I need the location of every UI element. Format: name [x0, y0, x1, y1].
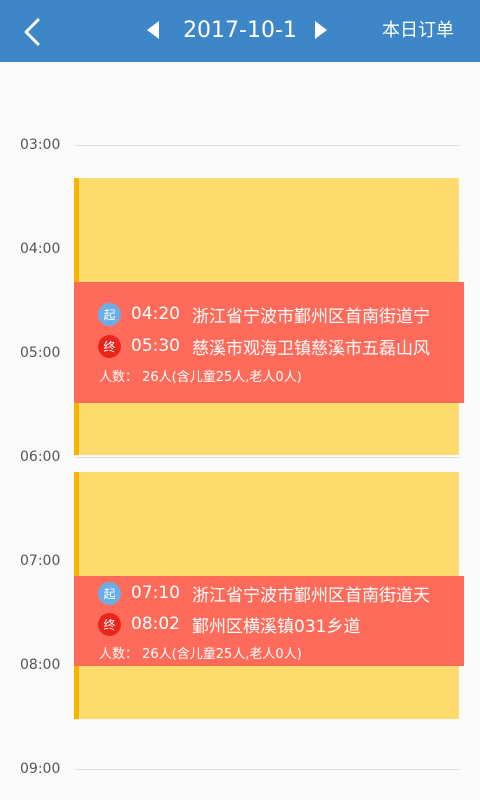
top-bar: 2017-10-1 本日订单: [0, 0, 480, 62]
passenger-count: 人数： 26人(含儿童25人,老人0人): [99, 647, 302, 662]
time-label: 08:00: [20, 657, 61, 673]
trip-detail[interactable]: 起 04:20 浙江省宁波市鄞州区首南街道宁 终 05:30 慈溪市观海卫镇慈溪…: [74, 282, 464, 403]
start-badge: 起: [98, 581, 121, 605]
end-stop: 终 05:30 慈溪市观海卫镇慈溪市五磊山风: [98, 334, 442, 359]
end-badge: 终: [98, 334, 121, 358]
time-row: 03:00: [0, 135, 480, 155]
time-label: 07:00: [20, 553, 61, 569]
triangle-right-icon: [315, 21, 327, 39]
time-row: 09:00: [0, 759, 480, 779]
next-day-button[interactable]: [314, 20, 334, 42]
previous-day-button[interactable]: [146, 20, 166, 42]
time-label: 06:00: [20, 449, 61, 465]
start-stop: 起 04:20 浙江省宁波市鄞州区首南街道宁: [98, 302, 442, 327]
hour-divider: [75, 769, 460, 770]
hour-divider: [75, 145, 460, 146]
start-place: 浙江省宁波市鄞州区首南街道天: [192, 585, 430, 606]
timeline-view[interactable]: 03:00 04:00 05:00 06:00 07:00 08:00 09:0…: [0, 62, 480, 800]
current-date[interactable]: 2017-10-1: [180, 0, 300, 62]
time-label: 03:00: [20, 137, 61, 153]
hour-divider: [75, 457, 460, 458]
date-navigator: 2017-10-1: [140, 0, 340, 62]
trip-block-2[interactable]: 起 07:10 浙江省宁波市鄞州区首南街道天 终 08:02 鄞州区横溪镇031…: [74, 472, 464, 719]
start-badge: 起: [98, 302, 121, 326]
time-label: 09:00: [20, 761, 61, 777]
end-place: 鄞州区横溪镇031乡道: [192, 616, 361, 637]
triangle-left-icon: [147, 21, 159, 39]
start-stop: 起 07:10 浙江省宁波市鄞州区首南街道天: [98, 581, 442, 606]
start-time: 04:20: [131, 304, 180, 324]
end-badge: 终: [98, 612, 121, 636]
end-place: 慈溪市观海卫镇慈溪市五磊山风: [192, 338, 430, 359]
trip-block-1[interactable]: 起 04:20 浙江省宁波市鄞州区首南街道宁 终 05:30 慈溪市观海卫镇慈溪…: [74, 178, 464, 455]
back-button[interactable]: [14, 14, 50, 50]
today-orders-button[interactable]: 本日订单: [382, 0, 454, 62]
end-stop: 终 08:02 鄞州区横溪镇031乡道: [98, 612, 442, 637]
end-time: 05:30: [131, 336, 180, 356]
time-label: 05:00: [20, 345, 61, 361]
start-place: 浙江省宁波市鄞州区首南街道宁: [192, 306, 430, 327]
passenger-count: 人数： 26人(含儿童25人,老人0人): [99, 370, 302, 385]
chevron-left-icon: [24, 18, 40, 46]
time-label: 04:00: [20, 241, 61, 257]
end-time: 08:02: [131, 614, 180, 634]
start-time: 07:10: [131, 583, 180, 603]
trip-detail[interactable]: 起 07:10 浙江省宁波市鄞州区首南街道天 终 08:02 鄞州区横溪镇031…: [74, 576, 464, 666]
